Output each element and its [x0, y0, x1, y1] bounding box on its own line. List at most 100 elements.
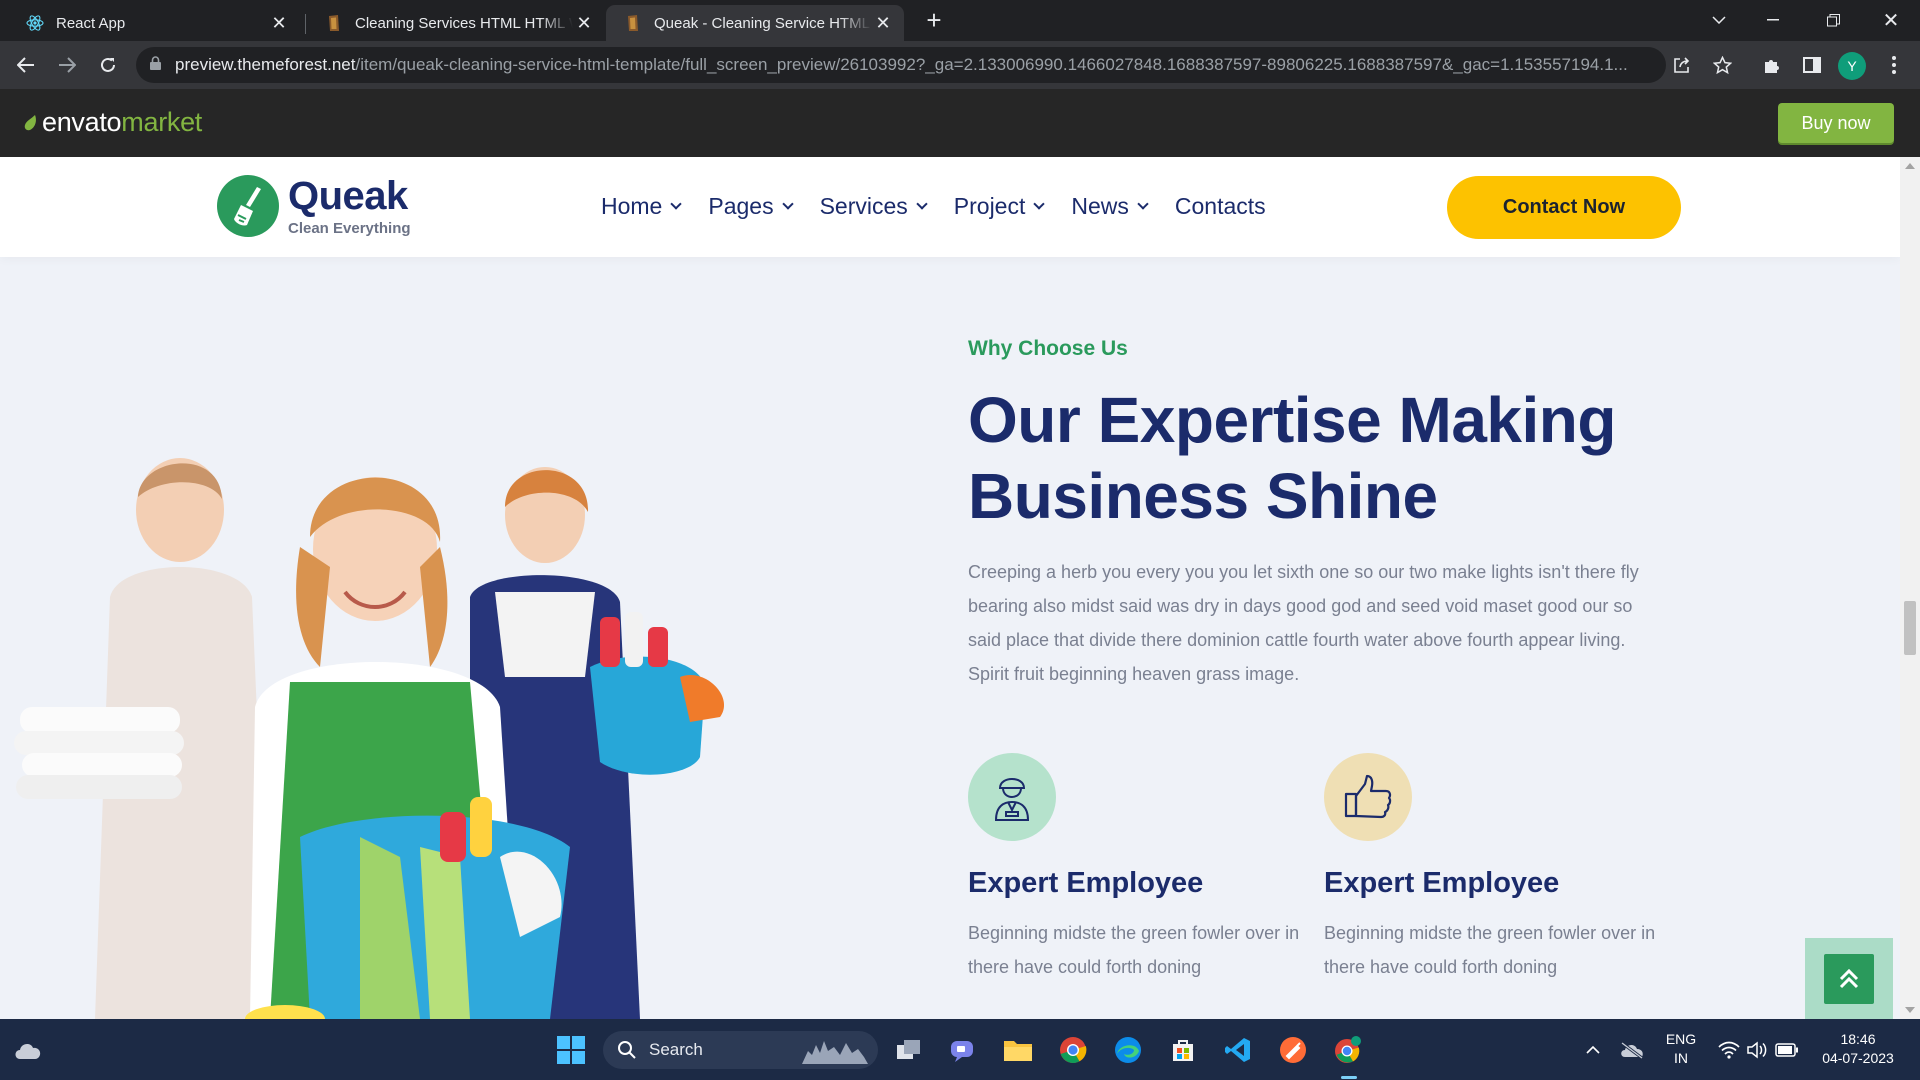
bookmark-star-icon[interactable] — [1706, 49, 1738, 81]
teams-chat-icon[interactable] — [946, 1033, 980, 1067]
active-app-indicator — [1341, 1076, 1357, 1079]
forward-arrow-icon[interactable] — [51, 49, 83, 81]
tab-react-app[interactable]: React App ✕ — [8, 5, 300, 41]
browser-tab-strip: React App ✕ Cleaning Services HTML HTML … — [0, 0, 1920, 41]
feature-card: Expert Employee Beginning midste the gre… — [968, 753, 1308, 984]
task-view-icon[interactable] — [892, 1033, 926, 1067]
share-icon[interactable] — [1666, 49, 1698, 81]
close-icon[interactable]: ✕ — [268, 12, 290, 34]
extensions-puzzle-icon[interactable] — [1756, 49, 1788, 81]
main-nav: Home Pages Services Project News Contact… — [601, 193, 1294, 220]
queak-logo[interactable]: Queak Clean Everything — [217, 175, 411, 237]
system-clock[interactable]: 18:46 04-07-2023 — [1810, 1030, 1906, 1068]
weather-cloud-icon[interactable] — [11, 1033, 45, 1067]
market-logo-text: market — [121, 107, 202, 137]
chevron-down-icon — [1033, 198, 1046, 210]
envato-leaf-icon — [24, 114, 36, 130]
restore-icon[interactable] — [1810, 0, 1856, 40]
tab-search-chevron-icon[interactable] — [1696, 0, 1742, 40]
onedrive-offline-icon[interactable] — [1615, 1033, 1649, 1067]
tray-chevron-up-icon[interactable] — [1576, 1033, 1610, 1067]
brand-name: Queak — [288, 173, 408, 218]
postman-icon[interactable] — [1276, 1033, 1310, 1067]
scroll-to-top-button[interactable] — [1805, 938, 1893, 1019]
browser-toolbar: preview.themeforest.net/item/queak-clean… — [0, 41, 1920, 89]
themeforest-icon — [325, 14, 343, 32]
nav-contacts[interactable]: Contacts — [1175, 193, 1266, 220]
tab-divider — [305, 14, 306, 34]
side-panel-icon[interactable] — [1796, 49, 1828, 81]
clock-date: 04-07-2023 — [1822, 1050, 1894, 1066]
nav-label: Contacts — [1174, 193, 1266, 219]
double-chevron-up-icon — [1839, 968, 1859, 988]
site-header: Queak Clean Everything Home Pages Servic… — [0, 157, 1900, 257]
file-explorer-icon[interactable] — [1001, 1033, 1035, 1067]
cleaning-staff-photo — [14, 458, 725, 1019]
minimize-icon[interactable] — [1750, 0, 1796, 40]
vscode-icon[interactable] — [1221, 1033, 1255, 1067]
scroll-down-arrow-icon[interactable] — [1905, 1007, 1915, 1013]
nav-project[interactable]: Project — [953, 193, 1046, 220]
chrome-profile-icon[interactable] — [1331, 1033, 1365, 1067]
profile-avatar[interactable]: Y — [1838, 52, 1866, 80]
windows-start-icon[interactable] — [554, 1033, 588, 1067]
address-bar[interactable]: preview.themeforest.net/item/queak-clean… — [136, 47, 1666, 83]
tab-queak-active[interactable]: Queak - Cleaning Service HTML T ✕ — [606, 5, 904, 41]
edge-icon[interactable] — [1111, 1033, 1145, 1067]
back-arrow-icon[interactable] — [10, 49, 42, 81]
language-code: ENG — [1665, 1031, 1697, 1047]
reload-icon[interactable] — [92, 49, 124, 81]
window-close-icon[interactable]: ✕ — [1868, 0, 1914, 40]
scroll-up-arrow-icon[interactable] — [1905, 163, 1915, 169]
envato-market-logo[interactable]: envato market — [24, 107, 202, 138]
input-language[interactable]: ENG IN — [1664, 1030, 1698, 1068]
chrome-icon[interactable] — [1056, 1033, 1090, 1067]
page-scrollbar[interactable] — [1900, 157, 1920, 1019]
tab-title: Queak - Cleaning Service HTML T — [654, 14, 872, 32]
envato-logo-text: envato — [42, 107, 122, 137]
feature-description: Beginning midste the green fowler over i… — [1324, 923, 1656, 977]
nav-label: Services — [819, 193, 908, 219]
feature-description: Beginning midste the green fowler over i… — [968, 923, 1300, 977]
nav-label: News — [1071, 193, 1129, 219]
chevron-down-icon — [916, 198, 928, 210]
new-tab-plus-icon[interactable]: + — [911, 0, 957, 40]
tab-title: Cleaning Services HTML HTML W — [355, 14, 573, 32]
page-viewport: Queak Clean Everything Home Pages Servic… — [0, 157, 1920, 1019]
broom-logo-icon — [217, 175, 279, 237]
tab-cleaning-services[interactable]: Cleaning Services HTML HTML W ✕ — [307, 5, 605, 41]
tab-title: React App — [56, 14, 126, 32]
nav-news[interactable]: News — [1071, 193, 1149, 220]
url-path: /item/queak-cleaning-service-html-templa… — [355, 55, 1628, 74]
feature-title: Expert Employee — [1324, 867, 1560, 899]
lock-icon[interactable] — [150, 55, 161, 75]
contact-now-button[interactable]: Contact Now — [1447, 176, 1681, 239]
nav-label: Pages — [708, 193, 774, 219]
close-icon[interactable]: ✕ — [573, 12, 595, 34]
url-text: preview.themeforest.net/item/queak-clean… — [175, 55, 1666, 75]
nav-label: Home — [601, 193, 663, 219]
themeforest-icon — [624, 14, 642, 32]
volume-icon[interactable] — [1740, 1033, 1774, 1067]
taskbar-search-box[interactable]: Search — [603, 1031, 878, 1069]
battery-icon[interactable] — [1770, 1033, 1804, 1067]
nav-pages[interactable]: Pages — [708, 193, 794, 220]
buy-now-button[interactable]: Buy now — [1778, 103, 1894, 143]
section-headline: Our Expertise Making Business Shine — [968, 382, 1688, 534]
region-code: IN — [1674, 1050, 1688, 1066]
envato-preview-bar: envato market Buy now — [0, 89, 1920, 157]
windows-taskbar: Search ENG IN 18:46 04-07-2023 — [0, 1019, 1920, 1080]
search-icon — [618, 1041, 636, 1059]
nav-home[interactable]: Home — [601, 193, 683, 220]
search-highlight-icon — [802, 1041, 868, 1064]
microsoft-store-icon[interactable] — [1166, 1033, 1200, 1067]
kebab-menu-icon[interactable] — [1878, 49, 1910, 81]
url-host: preview.themeforest.net — [175, 55, 356, 74]
close-icon[interactable]: ✕ — [872, 12, 894, 34]
scrollbar-thumb[interactable] — [1904, 601, 1916, 655]
nav-label: Project — [953, 193, 1026, 219]
brand-tagline: Clean Everything — [288, 219, 411, 237]
headline-line-2: Business Shine — [968, 460, 1438, 532]
nav-services[interactable]: Services — [819, 193, 928, 220]
thumbs-up-icon — [1324, 753, 1412, 841]
